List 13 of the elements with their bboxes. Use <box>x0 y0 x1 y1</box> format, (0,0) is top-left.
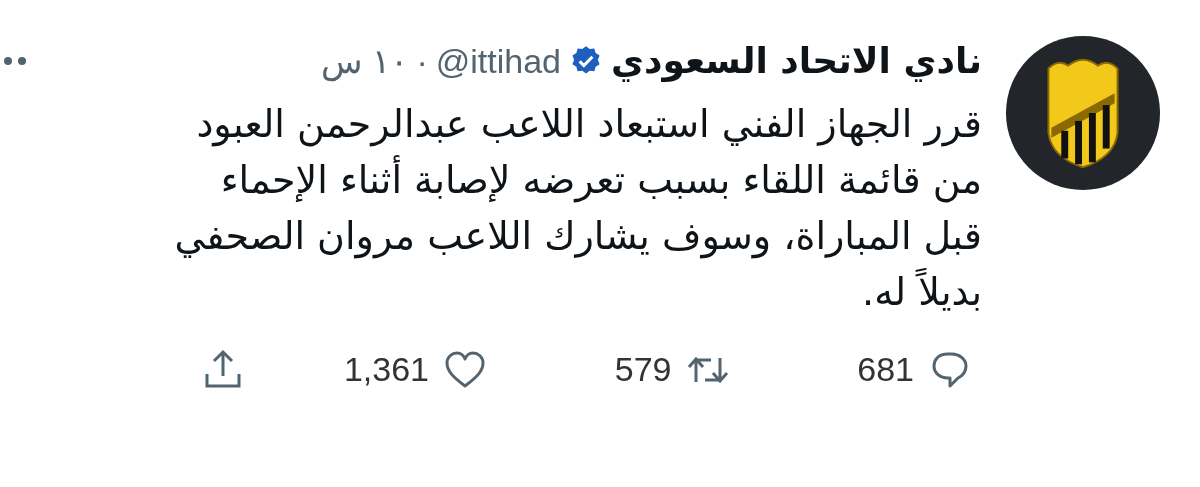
author-handle: @ittihad <box>435 40 561 82</box>
retweet-count: 579 <box>614 349 672 390</box>
avatar-image[interactable] <box>1004 34 1162 192</box>
tweet-text-line: بديلاً له. <box>861 267 982 316</box>
like-count: 1,361 <box>343 349 429 390</box>
tweet-text-line: من قائمة اللقاء بسبب تعرضه لإصابة أثناء الإحماء <box>2 152 982 208</box>
tweet-text-line: قبل المباراة، وسوف يشارك اللاعب مروان الصحفي <box>173 213 982 261</box>
author-name[interactable]: نادي الاتحاد السعودي <box>610 34 982 88</box>
more-icon[interactable] <box>2 55 28 67</box>
separator-dot: · <box>416 40 428 82</box>
tweet-text-line: قرر الجهاز الفني استبعاد اللاعب عبدالرحمن العبود <box>195 101 982 149</box>
tweet-time[interactable]: ١٠ س <box>320 35 409 87</box>
reply-count: 681 <box>857 349 914 390</box>
